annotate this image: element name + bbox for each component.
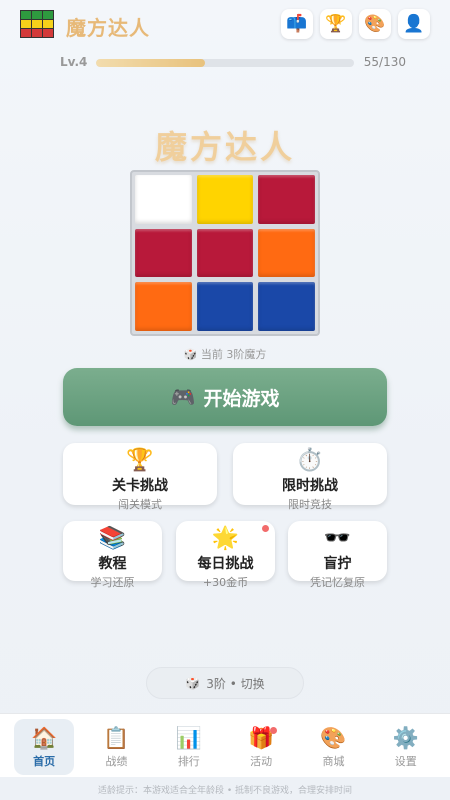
cube-cell bbox=[135, 282, 192, 331]
palette-icon[interactable]: 🎨 bbox=[359, 9, 391, 39]
dice-icon: 🎲 bbox=[185, 676, 201, 690]
level-progress-fill bbox=[96, 59, 206, 67]
cube-size-switch-label: 3阶 • 切换 bbox=[206, 676, 265, 691]
top-icon-bar: 📫 🏆 🎨 👤 bbox=[281, 9, 430, 39]
level-progress-track bbox=[96, 59, 354, 67]
bottom-tab-bar: 🏠 首页 📋 战绩 📊 排行 🎁 活动 🎨 商城 ⚙️ 设置 bbox=[0, 713, 450, 777]
card-title: 盲拧 bbox=[323, 556, 352, 572]
level-progress-count: 55/130 bbox=[363, 55, 406, 69]
logo-cell bbox=[32, 20, 42, 28]
cube-cell bbox=[135, 175, 192, 224]
cube-cell bbox=[196, 228, 254, 278]
star-icon: 🌟 bbox=[211, 526, 240, 551]
tab-label: 活动 bbox=[250, 754, 273, 768]
trophy-icon: 🏆 bbox=[126, 448, 154, 473]
cube-cell bbox=[258, 175, 315, 224]
card-title: 每日挑战 bbox=[197, 556, 254, 572]
card-title: 关卡挑战 bbox=[112, 478, 168, 494]
tab-label: 排行 bbox=[177, 754, 200, 768]
card-title: 限时挑战 bbox=[282, 478, 338, 494]
age-notice: 适龄提示：本游戏适合全年龄段 • 抵制不良游戏，合理安排时间 bbox=[97, 786, 353, 796]
level-label: Lv.4 bbox=[60, 55, 88, 69]
logo-cell bbox=[43, 20, 53, 28]
cube-preview[interactable] bbox=[130, 170, 320, 336]
clipboard-icon: 📋 bbox=[103, 725, 130, 750]
main-title: 魔方达人 bbox=[154, 128, 295, 166]
blindfold-card[interactable]: 🕶️ 盲拧 凭记忆复原 bbox=[288, 521, 387, 589]
logo-cell bbox=[43, 29, 53, 37]
logo-cell bbox=[21, 20, 31, 28]
user-icon[interactable]: 👤 bbox=[398, 9, 430, 39]
card-title: 教程 bbox=[98, 556, 127, 572]
logo-cell bbox=[32, 11, 42, 19]
house-icon: 🏠 bbox=[31, 725, 58, 750]
daily-challenge-card[interactable]: 🌟 每日挑战 +30金币 bbox=[176, 521, 275, 589]
cube-size-switch[interactable]: 🎲 3阶 • 切换 bbox=[146, 667, 304, 699]
tab-label: 设置 bbox=[394, 754, 417, 768]
card-subtitle: 限时竞技 bbox=[288, 498, 332, 511]
cube-cell bbox=[258, 228, 315, 278]
card-subtitle: 学习还原 bbox=[90, 576, 135, 589]
tab-label: 商城 bbox=[322, 754, 345, 768]
notification-dot bbox=[262, 525, 269, 532]
stopwatch-icon: ⏱️ bbox=[296, 448, 324, 473]
cube-cell bbox=[196, 175, 254, 224]
bar-chart-icon: 📊 bbox=[175, 725, 202, 750]
tab-settings[interactable]: ⚙️ 设置 bbox=[376, 719, 436, 775]
card-subtitle: +30金币 bbox=[202, 576, 249, 589]
notification-dot bbox=[270, 727, 278, 734]
start-game-label: 开始游戏 bbox=[203, 387, 280, 410]
tab-events[interactable]: 🎁 活动 bbox=[231, 719, 291, 775]
level-progress: Lv.4 55/130 bbox=[60, 54, 406, 72]
tab-label: 首页 bbox=[33, 754, 56, 768]
tab-shop[interactable]: 🎨 商城 bbox=[303, 719, 363, 775]
tab-records[interactable]: 📋 战绩 bbox=[86, 719, 146, 775]
header: 魔方达人 📫 🏆 🎨 👤 bbox=[0, 0, 450, 48]
app-title: 魔方达人 bbox=[66, 16, 150, 40]
palette-icon: 🎨 bbox=[320, 725, 347, 750]
cube-cell bbox=[258, 282, 315, 331]
logo-cell bbox=[21, 11, 31, 19]
sunglasses-icon: 🕶️ bbox=[323, 526, 352, 551]
tab-ranking[interactable]: 📊 排行 bbox=[159, 719, 219, 775]
card-subtitle: 闯关模式 bbox=[118, 498, 162, 511]
tab-home[interactable]: 🏠 首页 bbox=[14, 719, 75, 775]
books-icon: 📚 bbox=[98, 526, 127, 551]
tab-label: 战绩 bbox=[105, 754, 128, 768]
gear-icon: ⚙️ bbox=[392, 725, 419, 750]
cube-logo-icon bbox=[20, 10, 54, 38]
level-challenge-card[interactable]: 🏆 关卡挑战 闯关模式 bbox=[63, 443, 217, 511]
trophy-icon[interactable]: 🏆 bbox=[320, 9, 352, 39]
cube-cell bbox=[196, 282, 254, 331]
start-game-button[interactable]: 🎮 开始游戏 bbox=[63, 368, 387, 426]
card-subtitle: 凭记忆复原 bbox=[310, 576, 365, 589]
tutorial-card[interactable]: 📚 教程 学习还原 bbox=[63, 521, 162, 589]
mailbox-icon[interactable]: 📫 bbox=[281, 9, 313, 39]
logo-cell bbox=[43, 11, 53, 19]
cube-cell bbox=[135, 228, 192, 278]
timed-challenge-card[interactable]: ⏱️ 限时挑战 限时竞技 bbox=[233, 443, 387, 511]
gamepad-icon: 🎮 bbox=[170, 385, 196, 409]
logo-cell bbox=[32, 29, 42, 37]
cube-caption: 🎲 当前 3阶魔方 bbox=[183, 348, 267, 361]
logo-cell bbox=[21, 29, 31, 37]
